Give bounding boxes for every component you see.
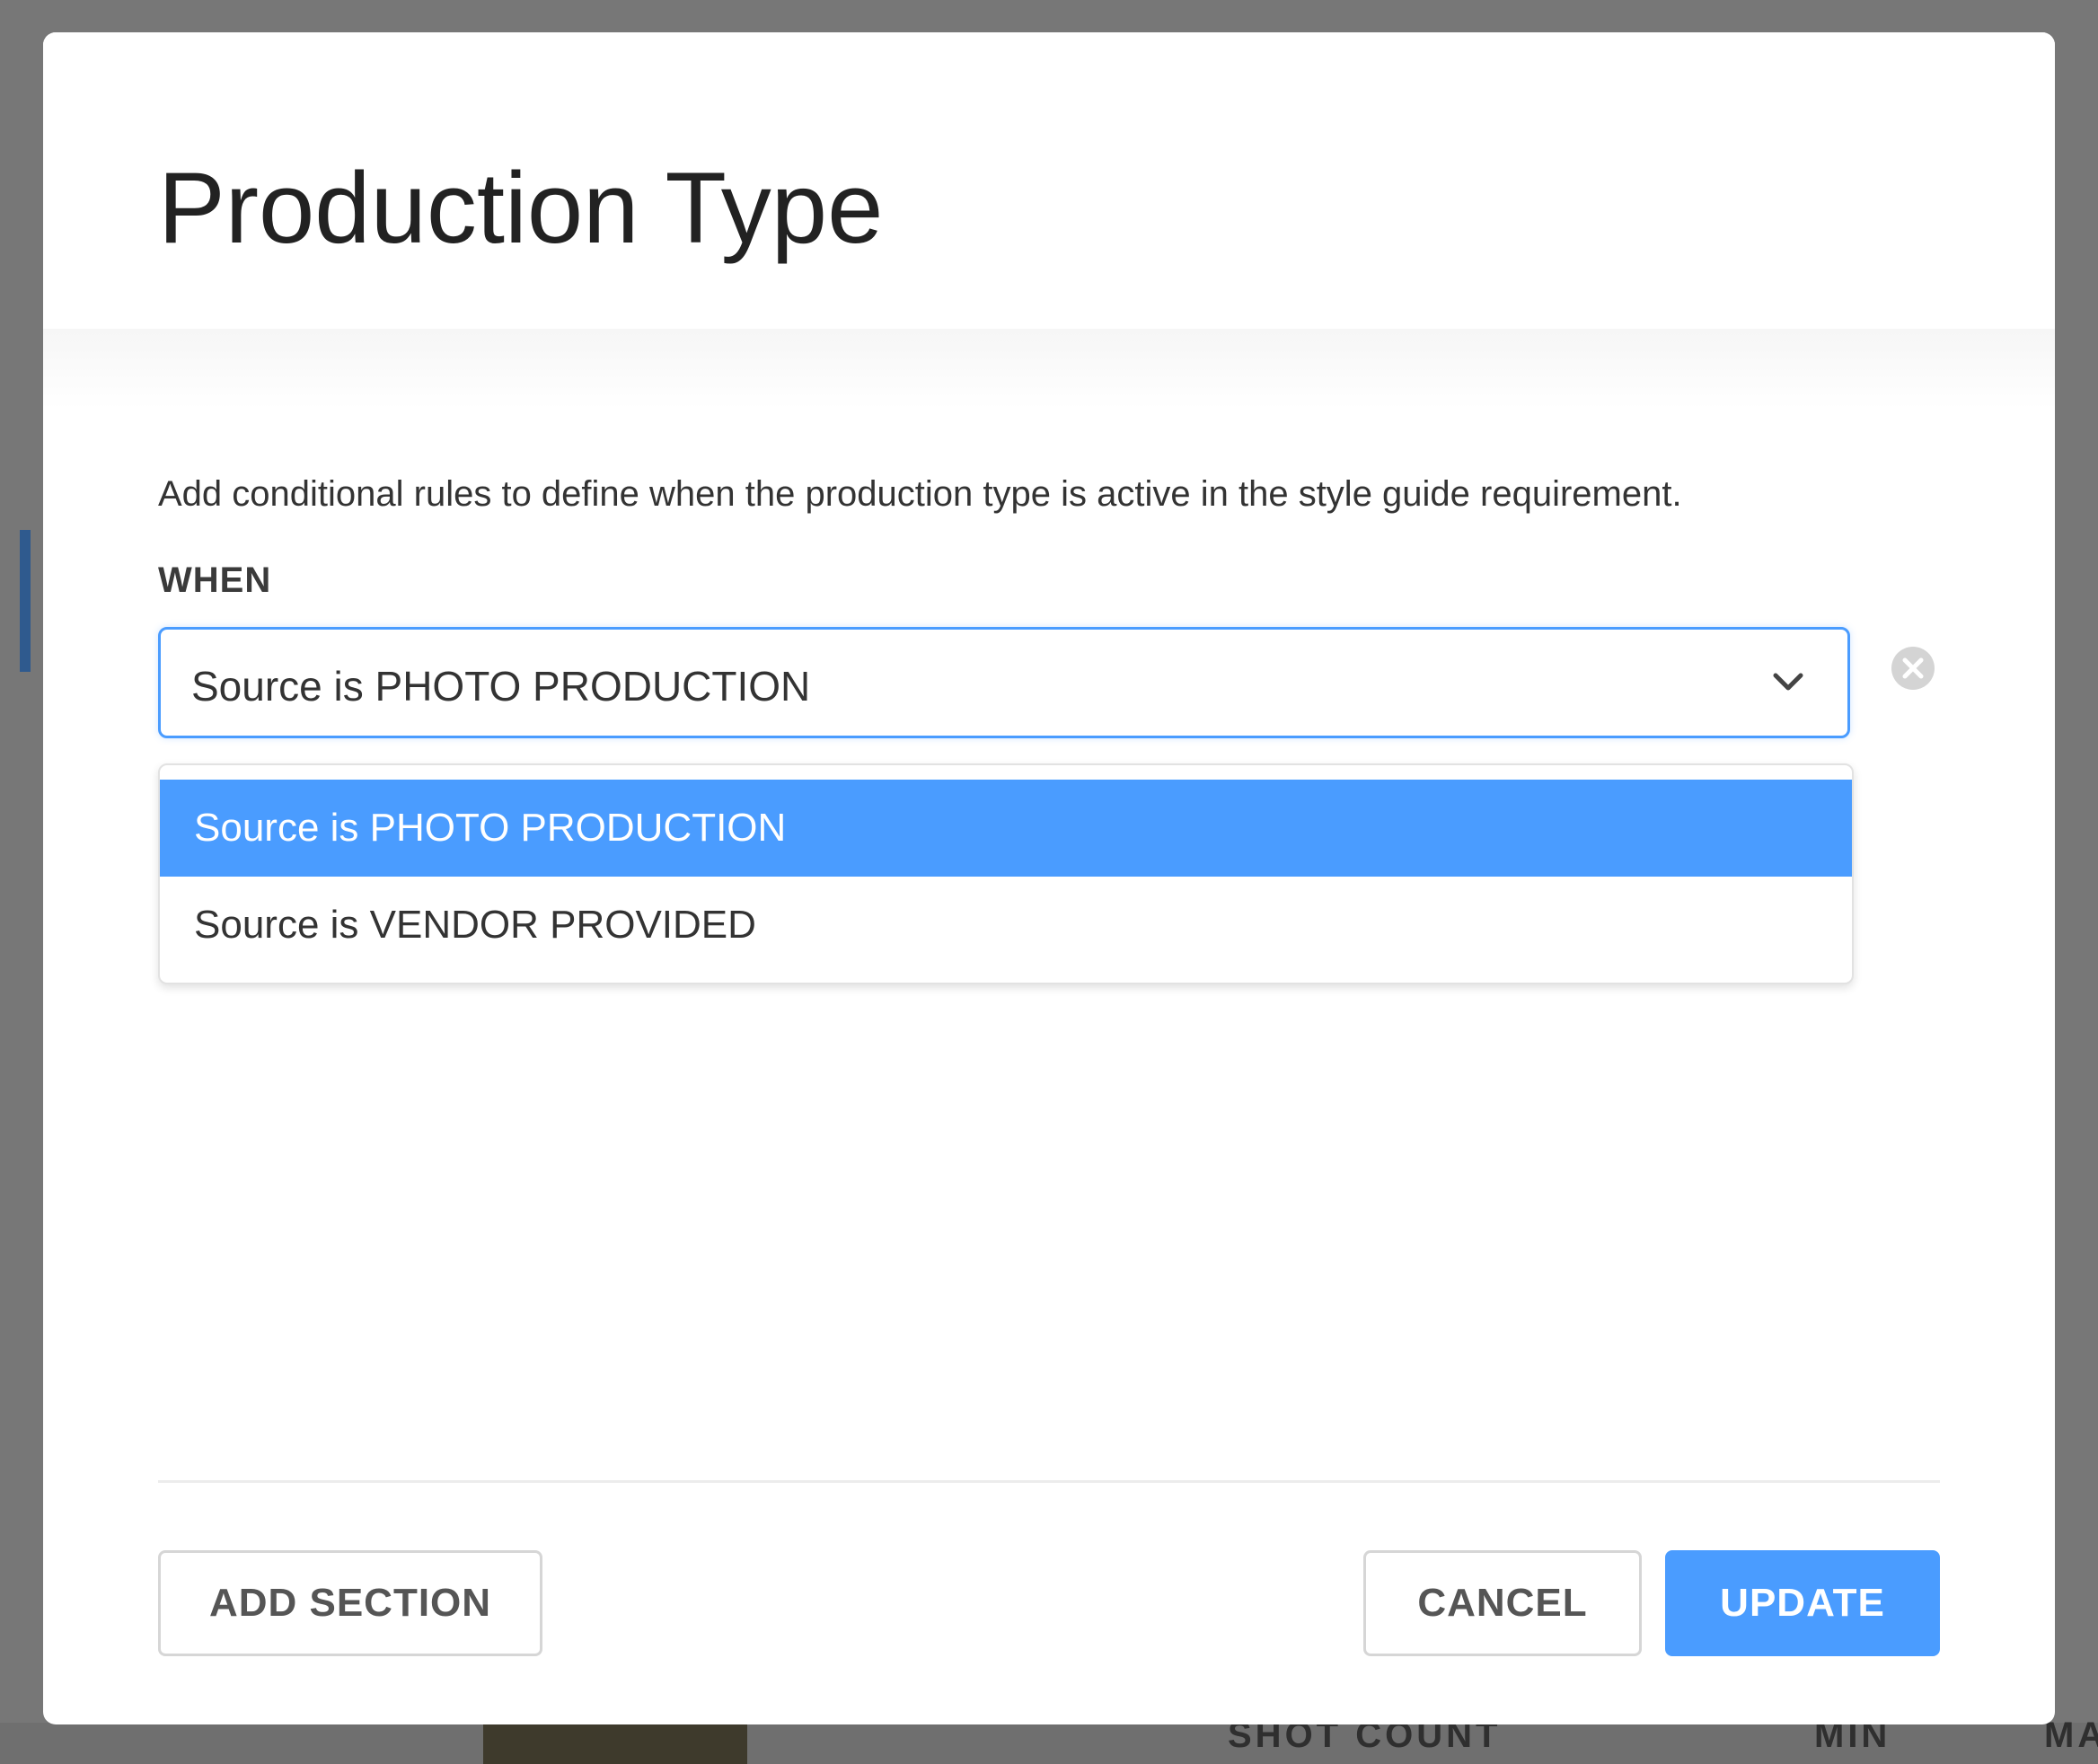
cancel-button[interactable]: CANCEL (1363, 1550, 1642, 1656)
modal-description: Add conditional rules to define when the… (158, 474, 1682, 514)
update-button[interactable]: UPDATE (1665, 1550, 1940, 1656)
when-label: WHEN (158, 560, 272, 600)
add-section-button[interactable]: ADD SECTION (158, 1550, 542, 1656)
condition-select-value: Source is PHOTO PRODUCTION (191, 663, 811, 710)
close-circle-icon[interactable] (1890, 645, 1936, 692)
modal-title: Production Type (158, 152, 884, 264)
background-thumbnail (483, 1724, 747, 1764)
dropdown-option-vendor-provided[interactable]: Source is VENDOR PROVIDED (160, 877, 1852, 974)
condition-dropdown-menu: Source is PHOTO PRODUCTION Source is VEN… (158, 763, 1854, 984)
modal-header: Production Type (43, 32, 2055, 329)
production-type-modal: Production Type Add conditional rules to… (43, 32, 2055, 1724)
dropdown-option-photo-production[interactable]: Source is PHOTO PRODUCTION (160, 780, 1852, 877)
background-table-header (0, 1723, 2098, 1764)
chevron-down-icon (1773, 673, 1803, 691)
header-divider-shadow (43, 329, 2055, 410)
condition-select[interactable]: Source is PHOTO PRODUCTION (158, 627, 1850, 738)
background-nav-indicator (20, 530, 31, 672)
background-column-max: MA (2044, 1715, 2098, 1755)
footer-divider (158, 1480, 1940, 1483)
